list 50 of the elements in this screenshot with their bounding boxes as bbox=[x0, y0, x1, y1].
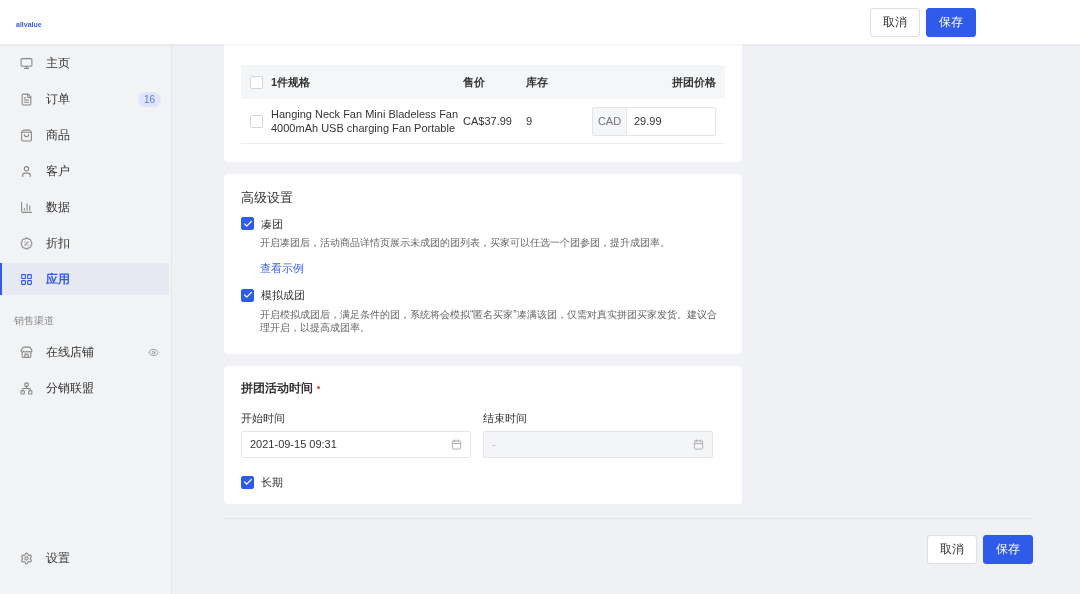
store-icon bbox=[20, 345, 33, 359]
column-header: 库存 bbox=[526, 74, 549, 90]
table-cell-text: 9 bbox=[526, 113, 534, 129]
nav-item[interactable]: 在线店铺 bbox=[0, 336, 171, 368]
column-header: 拼团价格 bbox=[671, 74, 716, 90]
checkbox[interactable] bbox=[241, 217, 254, 231]
option-label: 凑团 bbox=[261, 216, 283, 232]
nav-item[interactable]: 订单 16 bbox=[0, 83, 169, 115]
date-field[interactable]: 2021-09-15 09:31 bbox=[241, 431, 471, 458]
column-header: 1件规格 bbox=[271, 74, 312, 90]
save-button[interactable]: 保存 bbox=[983, 534, 1033, 564]
bag-icon bbox=[20, 128, 33, 142]
option-label: 模拟成团 bbox=[261, 288, 305, 303]
option-description: 开启凑团后，活动商品详情页展示未成团的团列表，买家可以任选一个团参团，提升成团率。 bbox=[260, 236, 671, 249]
calendar-icon bbox=[451, 439, 462, 450]
nav-item[interactable]: 客户 bbox=[0, 155, 169, 187]
calendar-icon bbox=[693, 439, 704, 450]
checkbox[interactable] bbox=[241, 475, 254, 489]
badge-icon bbox=[20, 236, 33, 250]
nav-item[interactable]: 分销联盟 bbox=[0, 372, 171, 404]
nav-item[interactable]: 商品 bbox=[0, 119, 169, 151]
field-label: 开始时间 bbox=[241, 410, 286, 426]
nav-item[interactable]: 设置 bbox=[0, 542, 171, 574]
nav-item[interactable]: 应用 bbox=[0, 263, 169, 295]
document-icon bbox=[20, 92, 33, 106]
option-label: 长期 bbox=[261, 475, 283, 490]
price-field[interactable]: CAD 29.99 bbox=[592, 106, 716, 136]
settings-icon bbox=[20, 551, 33, 565]
option-description: 开启模拟成团后，满足条件的团，系统将会模拟“匿名买家”凑满该团，仅需对真实拼团买家发货。建议合理开启，以提高成团率。 bbox=[260, 307, 718, 334]
section-label: 销售渠道 bbox=[13, 314, 55, 328]
cancel-button[interactable]: 取消 bbox=[927, 534, 977, 564]
nav-item[interactable]: 折扣 bbox=[0, 227, 169, 259]
table-cell-text: CA$37.99 bbox=[463, 113, 513, 129]
example-link[interactable]: 查看示例 bbox=[260, 262, 304, 274]
nav-item[interactable]: 主页 bbox=[0, 47, 169, 79]
table-cell-text: Hanging Neck Fan Mini Bladeless Fan 4000mAh USB charging Fan Portable bbox=[271, 107, 460, 135]
checkbox[interactable] bbox=[241, 288, 254, 302]
cancel-button[interactable]: 取消 bbox=[870, 7, 920, 37]
column-header: 售价 bbox=[463, 74, 486, 90]
grid-icon bbox=[20, 272, 33, 286]
monitor-icon bbox=[20, 56, 33, 70]
count-badge: 16 bbox=[137, 91, 161, 107]
save-button[interactable]: 保存 bbox=[926, 7, 976, 37]
person-icon bbox=[20, 164, 33, 178]
card-title: 拼团活动时间 bbox=[241, 379, 313, 397]
nav-item[interactable]: 数据 bbox=[0, 191, 169, 223]
network-icon bbox=[20, 381, 33, 395]
field-label: 结束时间 bbox=[483, 410, 528, 426]
card-title: 高级设置 bbox=[241, 189, 294, 207]
bar-chart-icon bbox=[20, 200, 33, 214]
